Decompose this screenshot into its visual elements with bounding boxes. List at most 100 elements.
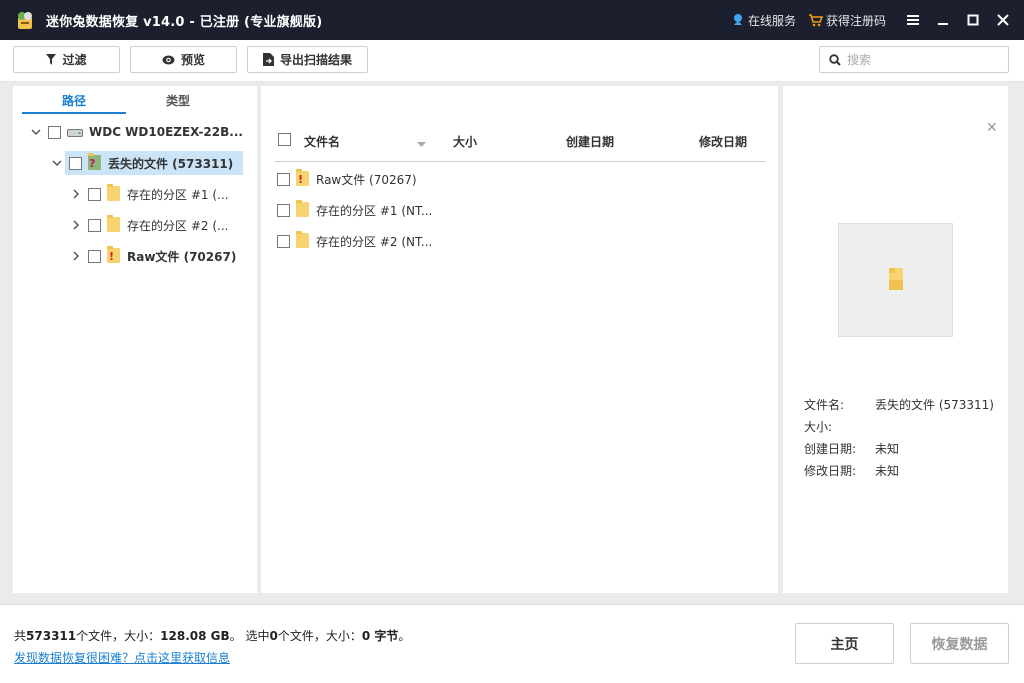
minimize-button[interactable] [928,0,958,40]
checkbox[interactable] [277,172,290,186]
preview-thumbnail [838,223,953,337]
status-files-unit: 个文件，大小： [76,629,161,643]
chevron-right-icon[interactable] [70,219,82,231]
info-label: 文件名: [804,398,845,412]
get-code-label: 获得注册码 [825,13,886,28]
preview-button[interactable]: 预览 [130,46,237,73]
tree-item-partition-1[interactable]: 存在的分区 #1 (... [70,182,228,206]
info-size: 大小: [804,418,832,435]
info-label: 大小: [804,420,833,434]
preview-panel: ✕ 文件名: 丢失的文件 (573311) 大小: 创建日期: 未知 修改日期:… [783,86,1008,593]
search-box[interactable] [819,46,1009,73]
checkbox[interactable] [88,249,101,263]
folder-icon [296,231,310,249]
funnel-icon [46,54,57,65]
app-logo-icon [14,9,36,31]
info-file-name: 文件名: 丢失的文件 (573311) [804,396,994,413]
online-service-label: 在线服务 [747,13,796,28]
file-name: 存在的分区 #2 (NT... [316,234,433,249]
export-scan-results-button[interactable]: 导出扫描结果 [247,46,368,73]
search-icon [829,53,841,66]
raw-folder-icon: ! [296,169,310,187]
tree-item-partition-2[interactable]: 存在的分区 #2 (... [70,213,228,237]
folder-icon [887,266,905,295]
menu-button[interactable] [898,0,928,40]
recover-data-button[interactable]: 恢复数据 [910,623,1009,664]
tree-item-raw-files[interactable]: ! Raw文件 (70267) [70,244,236,268]
cart-icon [808,14,823,27]
maximize-icon [967,14,979,26]
toolbar: 过滤 预览 导出扫描结果 [0,40,1024,82]
search-input[interactable] [847,52,997,67]
info-value: 未知 [875,442,900,456]
lost-folder-icon: ? [88,153,102,171]
info-modified-date: 修改日期: 未知 [804,462,899,479]
status-suffix: 。 [398,629,411,643]
tree-item-label: WDC WD10EZEX-22B... [89,125,243,139]
column-header-size[interactable]: 大小 [453,133,477,150]
help-link[interactable]: 发现数据恢复很困难？点击这里获取信息 [14,649,230,666]
chevron-down-icon[interactable] [30,126,42,138]
info-value: 丢失的文件 (573311) [875,398,994,412]
total-size: 128.08 GB [160,629,230,643]
sort-arrow-icon[interactable] [417,136,426,150]
column-header-created[interactable]: 创建日期 [566,133,614,150]
list-item[interactable]: 存在的分区 #1 (NT... [277,199,432,221]
hamburger-icon [907,15,919,25]
status-prefix: 共 [14,629,27,643]
filter-label: 过滤 [62,53,87,67]
nav-tabs: 路径 类型 [13,86,257,114]
status-summary: 共573311个文件，大小：128.08 GB。 选中0个文件，大小：0 字节。 [14,627,410,644]
list-item[interactable]: 存在的分区 #2 (NT... [277,230,432,252]
close-preview-icon[interactable]: ✕ [986,120,998,136]
preview-label: 预览 [180,53,205,67]
close-icon [997,14,1009,26]
selected-count: 0 [269,629,278,643]
filter-button[interactable]: 过滤 [13,46,120,73]
file-name: 存在的分区 #1 (NT... [316,203,433,218]
info-value: 未知 [875,464,900,478]
total-files-count: 573311 [26,629,77,643]
raw-folder-icon: ! [107,246,121,264]
folder-icon [107,184,121,202]
chat-bubble-icon [733,14,742,25]
checkbox[interactable] [48,125,61,139]
tab-path[interactable]: 路径 [22,92,126,114]
chevron-right-icon[interactable] [70,250,82,262]
export-file-icon [262,53,274,66]
eye-icon [162,55,175,64]
hard-drive-icon [67,127,83,137]
checkbox[interactable] [277,234,290,248]
folder-icon [107,215,121,233]
home-button[interactable]: 主页 [795,623,894,664]
checkbox[interactable] [277,203,290,217]
get-registration-code-link[interactable]: 获得注册码 [808,12,886,29]
chevron-down-icon[interactable] [51,157,63,169]
status-selected-mid: 个文件，大小： [277,629,362,643]
info-label: 创建日期: [804,442,857,456]
online-service-link[interactable]: 在线服务 [731,12,796,29]
tree-item-label: 丢失的文件 (573311) [108,156,234,171]
checkbox[interactable] [69,156,82,170]
navigation-panel: 路径 类型 WDC WD10EZEX-22B... ? 丢失的文件 (57331… [13,86,257,593]
window-title: 迷你兔数据恢复 v14.0 - 已注册 (专业旗舰版) [46,14,323,30]
tree-item-lost-files[interactable]: ? 丢失的文件 (573311) [65,151,243,175]
select-all-checkbox[interactable] [278,133,291,146]
column-header-modified[interactable]: 修改日期 [699,133,747,150]
export-label: 导出扫描结果 [279,53,352,67]
status-bar: 共573311个文件，大小：128.08 GB。 选中0个文件，大小：0 字节。… [0,604,1024,683]
tree-item-drive[interactable]: WDC WD10EZEX-22B... [30,120,243,144]
checkbox[interactable] [88,187,101,201]
file-list-panel: 文件名 大小 创建日期 修改日期 ! Raw文件 (70267) 存在的分区 #… [261,86,778,593]
column-header-name[interactable]: 文件名 [304,133,340,150]
info-label: 修改日期: [804,464,857,478]
list-item[interactable]: ! Raw文件 (70267) [277,168,417,190]
maximize-button[interactable] [958,0,988,40]
close-button[interactable] [988,0,1018,40]
tab-type[interactable]: 类型 [126,92,230,114]
file-list-header: 文件名 大小 创建日期 修改日期 [275,128,766,162]
tree-item-label: Raw文件 (70267) [127,249,237,264]
chevron-right-icon[interactable] [70,188,82,200]
status-selected-prefix: 。 选中 [229,629,270,643]
checkbox[interactable] [88,218,101,232]
